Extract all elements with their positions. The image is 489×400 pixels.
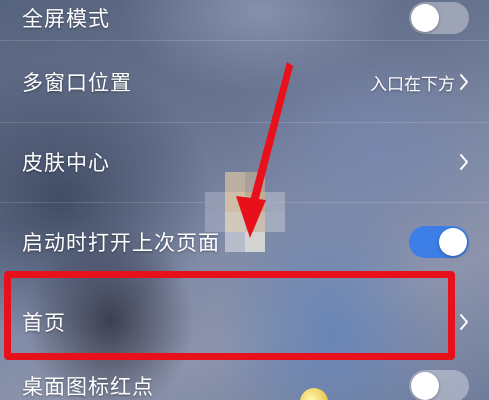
open-last-page-toggle[interactable] xyxy=(409,226,469,258)
setting-row-multi-window-position[interactable]: 多窗口位置 入口在下方 xyxy=(0,44,489,120)
toggle-knob xyxy=(411,4,439,32)
toggle-knob xyxy=(439,228,467,256)
open-last-page-control xyxy=(409,226,469,258)
desktop-icon-red-dot-toggle[interactable] xyxy=(409,370,469,400)
fullscreen-mode-toggle[interactable] xyxy=(409,2,469,34)
toggle-knob xyxy=(411,372,439,400)
desktop-icon-red-dot-label: 桌面图标红点 xyxy=(22,375,154,399)
skin-center-control xyxy=(459,153,469,171)
chevron-right-icon xyxy=(460,314,468,330)
setting-row-desktop-icon-red-dot[interactable]: 桌面图标红点 xyxy=(0,364,489,400)
fullscreen-mode-label: 全屏模式 xyxy=(22,7,110,31)
setting-row-skin-center[interactable]: 皮肤中心 xyxy=(0,124,489,200)
divider xyxy=(0,202,489,203)
chevron-right-icon xyxy=(460,74,468,90)
setting-row-home-page[interactable]: 首页 xyxy=(0,284,489,360)
setting-row-open-last-page[interactable]: 启动时打开上次页面 xyxy=(0,204,489,280)
home-page-label: 首页 xyxy=(22,311,66,335)
desktop-icon-red-dot-control xyxy=(409,370,469,400)
multi-window-position-control: 入口在下方 xyxy=(370,70,469,95)
home-page-control xyxy=(459,313,469,331)
skin-center-label: 皮肤中心 xyxy=(22,151,110,175)
settings-screen: 全屏模式 多窗口位置 入口在下方 皮肤中心 启动时打开上次页面 首页 桌面图标红… xyxy=(0,0,489,400)
fullscreen-mode-control xyxy=(409,2,469,34)
chevron-right-icon xyxy=(460,154,468,170)
setting-row-fullscreen-mode[interactable]: 全屏模式 xyxy=(0,0,489,36)
divider xyxy=(0,122,489,123)
divider xyxy=(0,40,489,41)
multi-window-position-value: 入口在下方 xyxy=(370,74,455,95)
multi-window-position-label: 多窗口位置 xyxy=(22,71,132,95)
open-last-page-label: 启动时打开上次页面 xyxy=(22,231,220,255)
